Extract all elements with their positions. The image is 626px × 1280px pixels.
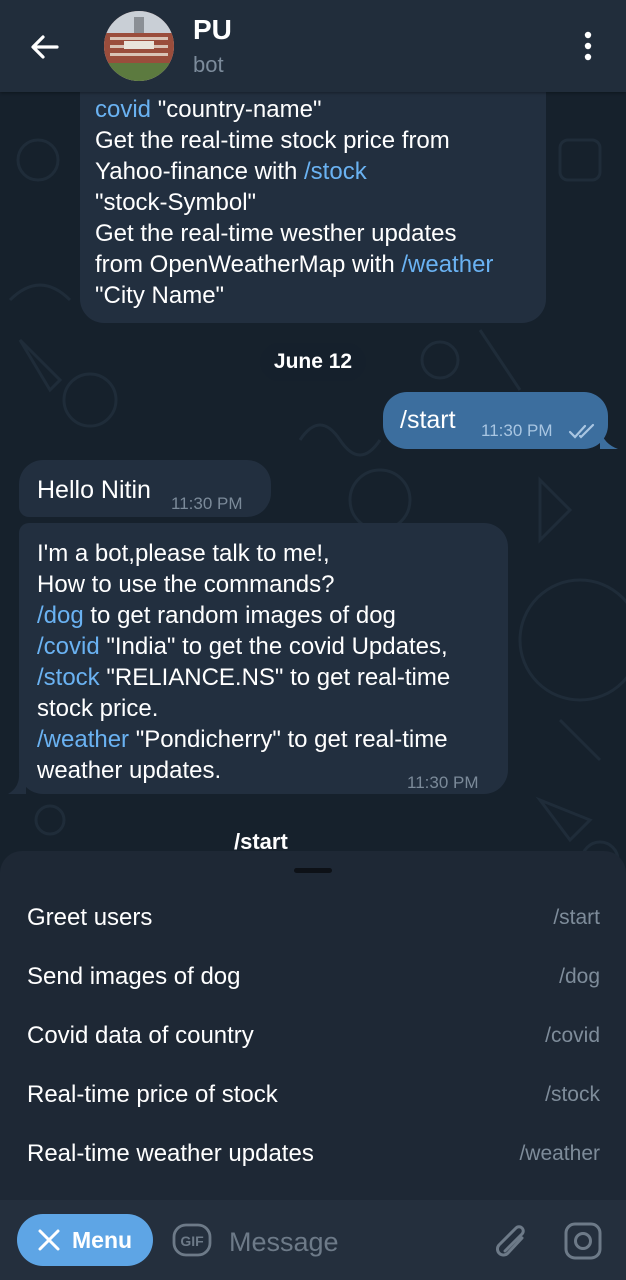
message-bubble-help[interactable]: I'm a bot,please talk to me!, How to use… [19, 523, 508, 794]
command-name: /covid [545, 1024, 600, 1047]
arrow-left-icon [31, 35, 59, 59]
back-button[interactable] [20, 22, 70, 72]
command-link[interactable]: /weather [401, 251, 493, 278]
message-input[interactable] [229, 1222, 469, 1262]
command-item-covid[interactable]: Covid data of country /covid [0, 1006, 626, 1065]
command-link[interactable]: /stock [304, 158, 367, 185]
command-description: Greet users [27, 904, 153, 931]
message-bubble-hello[interactable]: Hello Nitin 11:30 PM [19, 460, 271, 517]
message-time: 11:30 PM [407, 773, 479, 792]
chat-header: PU bot [0, 0, 626, 92]
message-line: /dog to get random images of dog [37, 602, 396, 629]
message-time: 11:30 PM [481, 421, 553, 440]
command-item-start[interactable]: Greet users /start [0, 888, 626, 947]
command-link[interactable]: covid [95, 96, 151, 123]
message-line: covid "country-name" [95, 96, 322, 123]
message-line: stock price. [37, 695, 159, 722]
message-line: I'm a bot,please talk to me!, [37, 540, 330, 567]
svg-text:GIF: GIF [180, 1233, 204, 1249]
command-description: Real-time weather updates [27, 1140, 314, 1167]
message-line: "City Name" [95, 282, 225, 309]
message-line: Get the real-time stock price from [95, 127, 450, 154]
message-time: 11:30 PM [171, 494, 243, 513]
message-line: /stock "RELIANCE.NS" to get real-time [37, 664, 451, 691]
avatar-image [104, 11, 174, 81]
avatar[interactable] [104, 11, 174, 81]
chat-title[interactable]: PU [193, 14, 232, 46]
sheet-drag-handle[interactable] [294, 868, 332, 873]
chat-subtitle: bot [193, 52, 224, 77]
more-vertical-icon [584, 31, 592, 61]
command-name: /dog [559, 965, 600, 988]
bubble-tail [8, 773, 26, 794]
command-description: Send images of dog [27, 963, 241, 990]
message-line: "stock-Symbol" [95, 189, 257, 216]
message-line: Get the real-time westher updates [95, 220, 457, 247]
message-line: Yahoo-finance with /stock [95, 158, 367, 185]
camera-icon[interactable] [563, 1221, 603, 1261]
more-button[interactable] [566, 24, 610, 68]
message-bubble-outgoing[interactable]: /start 11:30 PM [383, 392, 608, 449]
command-name: /start [553, 906, 600, 929]
command-item-dog[interactable]: Send images of dog /dog [0, 947, 626, 1006]
message-line: /covid "India" to get the covid Updates, [37, 633, 448, 660]
paperclip-icon[interactable] [490, 1218, 530, 1264]
gif-icon[interactable]: GIF [172, 1223, 212, 1257]
message-line: /weather "Pondicherry" to get real-time [37, 726, 448, 753]
bubble-tail [600, 430, 618, 449]
menu-button-label: Menu [72, 1227, 133, 1253]
command-description: Covid data of country [27, 1022, 254, 1049]
message-bubble-commands-info[interactable]: covid "country-name" Get the real-time s… [80, 70, 546, 323]
command-name: /stock [545, 1083, 600, 1106]
command-link[interactable]: /dog [37, 602, 84, 629]
command-link[interactable]: /covid [37, 633, 100, 660]
command-link[interactable]: /weather [37, 726, 129, 753]
message-line: from OpenWeatherMap with /weather [95, 251, 494, 278]
close-icon [38, 1229, 60, 1251]
command-link[interactable]: /stock [37, 664, 100, 691]
menu-button[interactable]: Menu [17, 1214, 153, 1266]
message-line: How to use the commands? [37, 571, 335, 598]
message-text: /start [400, 406, 456, 434]
date-separator: June 12 [260, 343, 366, 381]
command-description: Real-time price of stock [27, 1081, 278, 1108]
double-check-icon [568, 423, 595, 439]
command-item-stock[interactable]: Real-time price of stock /stock [0, 1065, 626, 1124]
message-text: Hello Nitin [37, 476, 151, 504]
command-name: /weather [519, 1142, 600, 1165]
command-item-weather[interactable]: Real-time weather updates /weather [0, 1124, 626, 1183]
